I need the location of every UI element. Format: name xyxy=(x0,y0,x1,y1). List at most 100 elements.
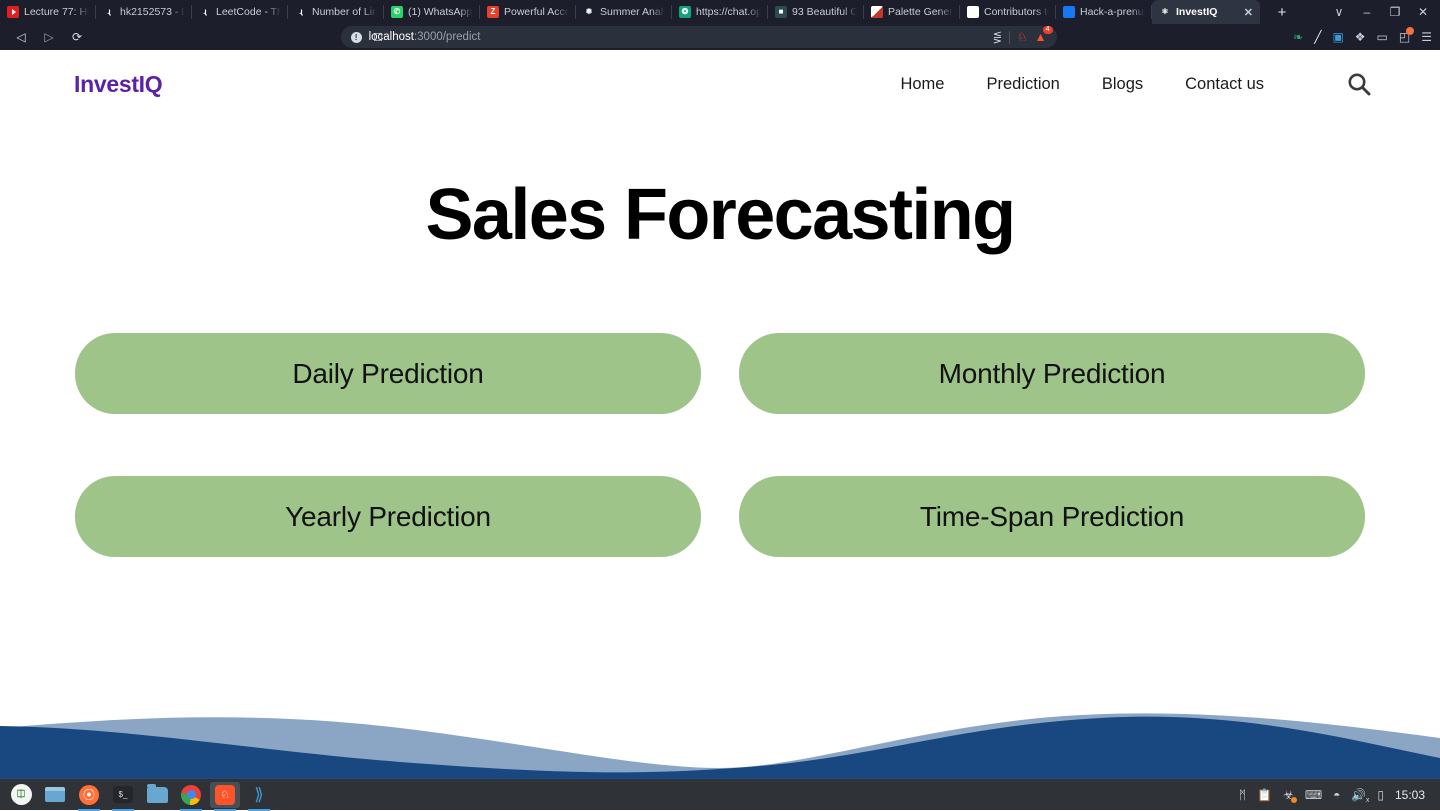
clock[interactable]: 15:03 xyxy=(1395,788,1425,802)
nav-item-home[interactable]: Home xyxy=(900,75,944,94)
taskbar-files[interactable] xyxy=(142,782,172,808)
menu-mint-icon[interactable]: ⎅ xyxy=(6,782,36,808)
python-icon: ɻ xyxy=(107,7,111,16)
browser-tab-active[interactable]: ⚛ InvestIQ ✕ xyxy=(1152,0,1260,24)
browser-tab[interactable]: ✆ (1) WhatsApp xyxy=(384,0,480,24)
mute-x: x xyxy=(1365,796,1370,804)
css-icon: ■ xyxy=(775,6,787,18)
nav-item-blogs[interactable]: Blogs xyxy=(1102,75,1143,94)
github-icon: ○ xyxy=(967,6,979,18)
volume-muted-icon[interactable]: 🔊 x xyxy=(1351,788,1369,804)
taskbar-chrome[interactable] xyxy=(176,782,206,811)
whatsapp-icon: ✆ xyxy=(391,6,403,18)
time-span-prediction-button[interactable]: Time-Span Prediction xyxy=(739,476,1365,557)
close-tab-icon[interactable]: ✕ xyxy=(1244,6,1253,19)
wave-decoration xyxy=(0,713,1440,778)
close-window-icon[interactable]: ✕ xyxy=(1410,0,1436,24)
terminal-icon: $_ xyxy=(113,786,133,803)
color-picker-icon[interactable]: ▣ xyxy=(1332,30,1343,44)
tab-title: Powerful Accou xyxy=(504,6,569,18)
tab-title: Hack-a-prenuer xyxy=(1080,6,1145,18)
chatgpt-icon: ❂ xyxy=(679,6,691,18)
nav-item-contact-us[interactable]: Contact us xyxy=(1185,75,1264,94)
summer-icon: ❅ xyxy=(585,7,593,16)
bluetooth-icon[interactable]: ᛗ xyxy=(1239,788,1246,802)
update-shield-icon[interactable]: ☣ xyxy=(1283,788,1297,803)
omnibox-container: ☐ ! localhost:3000/predict ⋚ ♘ ▲ 4 xyxy=(92,26,1275,48)
brave-icon: ♘ xyxy=(215,784,235,805)
site-info-icon[interactable]: ! xyxy=(350,31,362,43)
browser-tab[interactable]: ■ 93 Beautiful CSS xyxy=(768,0,864,24)
browser-tab[interactable]: Z Powerful Accou xyxy=(480,0,576,24)
grammarly-icon[interactable]: ❧ xyxy=(1293,30,1303,44)
tab-title: LeetCode - The V xyxy=(216,6,281,18)
tab-search-icon[interactable]: ∨ xyxy=(1326,0,1352,24)
browser-tab[interactable]: Palette Generat xyxy=(864,0,960,24)
menu-icon[interactable]: ☰ xyxy=(1421,30,1432,44)
page-title: Sales Forecasting xyxy=(425,175,1016,255)
update-badge xyxy=(1290,796,1297,803)
new-tab-button[interactable]: + xyxy=(1270,0,1294,24)
page-content: InvestIQ Home Prediction Blogs Contact u… xyxy=(0,50,1440,778)
window-icon xyxy=(45,787,65,802)
divider xyxy=(1008,30,1010,44)
bookmark-icon[interactable]: ☐ xyxy=(373,31,383,44)
taskbar-show-desktop[interactable] xyxy=(40,782,70,808)
forward-button[interactable]: ▷ xyxy=(36,26,62,48)
taskbar-vscode[interactable]: ⟫ xyxy=(244,782,274,811)
browser-tab[interactable]: ɻ Number of Lines xyxy=(288,0,384,24)
minimize-window-icon[interactable]: – xyxy=(1354,0,1380,24)
shield-icon[interactable]: ▲ 4 xyxy=(1035,26,1053,44)
site-logo[interactable]: InvestIQ xyxy=(74,71,163,98)
yearly-prediction-button[interactable]: Yearly Prediction xyxy=(75,476,701,557)
prediction-button-grid: Daily Prediction Monthly Prediction Year… xyxy=(0,333,1440,557)
browser-tab[interactable]: ɻ hk2152573 - Lee xyxy=(96,0,192,24)
keyboard-icon[interactable]: ⌨ xyxy=(1305,788,1322,802)
search-icon[interactable] xyxy=(1346,71,1372,97)
taskbar-firefox[interactable]: ⦿ xyxy=(74,782,104,811)
browser-tab[interactable]: ○ Contributors to xyxy=(960,0,1056,24)
profile-icon[interactable]: ◰ xyxy=(1399,27,1415,44)
tab-strip: Lecture 77: Heap ɻ hk2152573 - Lee ɻ Lee… xyxy=(0,0,1440,24)
notification-dot xyxy=(1406,27,1415,35)
battery-icon[interactable]: ▯ xyxy=(1377,788,1384,802)
browser-window: Lecture 77: Heap ɻ hk2152573 - Lee ɻ Lee… xyxy=(0,0,1440,778)
tab-title: Lecture 77: Heap xyxy=(24,6,89,18)
zoho-icon: Z xyxy=(487,6,499,18)
back-button[interactable]: ◁ xyxy=(8,26,34,48)
daily-prediction-button[interactable]: Daily Prediction xyxy=(75,333,701,414)
browser-toolbar: ◁ ▷ ⟳ ☐ ! localhost:3000/predict ⋚ ♘ ▲ 4 … xyxy=(0,24,1440,50)
extensions-puzzle-icon[interactable]: ❖ xyxy=(1355,30,1366,44)
wifi-icon[interactable]: ◓ xyxy=(1333,788,1340,802)
browser-tab[interactable]: ❂ https://chat.ope xyxy=(672,0,768,24)
taskbar-brave[interactable]: ♘ xyxy=(210,781,240,811)
browser-tab[interactable]: Lecture 77: Heap xyxy=(0,0,96,24)
address-bar[interactable]: ! localhost:3000/predict ⋚ ♘ ▲ 4 xyxy=(340,26,1057,48)
tab-title: hk2152573 - Lee xyxy=(120,6,185,18)
site-nav: Home Prediction Blogs Contact us xyxy=(900,71,1372,97)
browser-tab[interactable]: ❅ Summer Analyti xyxy=(576,0,672,24)
share-icon[interactable]: ⋚ xyxy=(993,31,1002,44)
youtube-icon xyxy=(7,6,19,18)
nav-item-prediction[interactable]: Prediction xyxy=(986,75,1059,94)
chrome-icon xyxy=(181,784,201,805)
brave-lion-icon[interactable]: ♘ xyxy=(1017,30,1028,44)
reload-button[interactable]: ⟳ xyxy=(64,26,90,48)
browser-tab[interactable]: Hack-a-prenuer xyxy=(1056,0,1152,24)
pen-tool-icon[interactable]: ╱ xyxy=(1314,30,1321,44)
palette-icon xyxy=(871,6,883,18)
browser-tab[interactable]: ɻ LeetCode - The V xyxy=(192,0,288,24)
tab-title: (1) WhatsApp xyxy=(408,6,473,18)
monthly-prediction-button[interactable]: Monthly Prediction xyxy=(739,333,1365,414)
taskbar-terminal[interactable]: $_ xyxy=(108,782,138,811)
maximize-window-icon[interactable]: ❐ xyxy=(1382,0,1408,24)
tab-title: InvestIQ xyxy=(1176,6,1218,18)
clipboard-icon[interactable]: 📋 xyxy=(1257,788,1272,802)
sidebar-icon[interactable]: ▭ xyxy=(1377,30,1388,44)
tab-title: Contributors to xyxy=(984,6,1049,18)
site-header: InvestIQ Home Prediction Blogs Contact u… xyxy=(0,50,1440,118)
vscode-icon: ⟫ xyxy=(254,784,264,804)
tab-title: 93 Beautiful CSS xyxy=(792,6,857,18)
extension-icons: ❧ ╱ ▣ ❖ ▭ ◰ ☰ xyxy=(1277,27,1432,44)
firefox-icon: ⦿ xyxy=(79,784,99,805)
